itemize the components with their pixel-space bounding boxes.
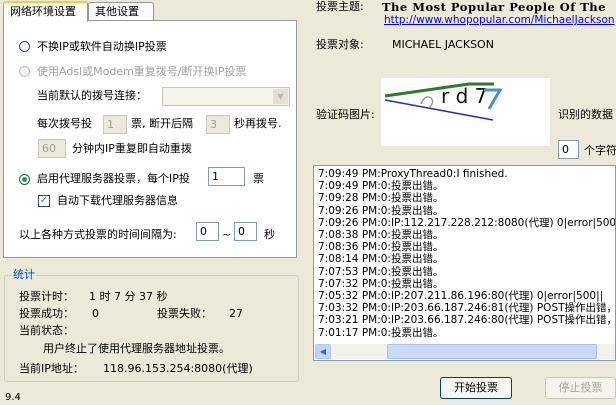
log-line: 7:07:53 PM:0:投票出错。 (318, 265, 444, 278)
ip-label: 当前IP地址： (19, 362, 84, 375)
votes-per-dial-input[interactable]: 1 (103, 115, 127, 134)
target-label: 投票对象: (316, 38, 364, 51)
redial-label: 秒再拨号. (234, 117, 282, 130)
log-line: 7:05:32 PM:0:IP:207.211.86.196:80(代理) 0|… (318, 290, 604, 302)
log-line: 7:08:14 PM:0:投票出错。 (318, 253, 444, 266)
interval-max-input[interactable]: 0 (234, 222, 257, 241)
log-line: 7:09:26 PM:0:IP:112.217.228.212:8080(代理)… (318, 216, 616, 229)
dial-connection-label: 当前默认的拨号连接： (37, 89, 147, 102)
captcha-label: 验证码图片: (316, 108, 375, 121)
repeat-redial-label: 分钟内IP重复即自动重拨 (72, 142, 192, 155)
horizontal-scrollbar[interactable]: ◀ (315, 344, 615, 359)
radio-no-change-ip[interactable] (19, 41, 30, 52)
redial-seconds-input[interactable]: 3 (206, 115, 230, 134)
radio-adsl[interactable] (19, 66, 30, 77)
log-line: 7:09:26 PM:0:投票出错。 (318, 204, 444, 217)
tab-other-settings[interactable]: 其他设置 (88, 2, 154, 20)
chars-label: 个字符 (584, 144, 616, 157)
timer-label: 投票计时： (19, 290, 74, 303)
fail-value: 27 (229, 307, 243, 320)
option-no-change-ip-label: 不换IP或软件自动换IP投票 (37, 40, 167, 53)
auto-download-checkbox[interactable]: ✓ (38, 195, 50, 207)
dial-connection-select[interactable]: ▼ (162, 87, 290, 106)
fail-label: 投票失败： (157, 307, 212, 320)
after-disconnect-label: 票, 断开后隔 (131, 117, 193, 130)
option-proxy-label: 启用代理服务器投票，每个IP投 (37, 172, 190, 185)
captcha-chars-input[interactable]: 0 (558, 140, 579, 159)
auto-download-label: 自动下载代理服务器信息 (57, 194, 178, 207)
interval-unit: 秒 (264, 228, 275, 241)
version-label: 9.4 (5, 392, 21, 403)
success-label: 投票成功： (19, 307, 74, 320)
log-line: 7:01:17 PM:0:投票出错。 (318, 326, 444, 339)
log-line: 7:08:36 PM:0:投票出错。 (318, 241, 444, 254)
scrollbar-thumb[interactable] (387, 344, 597, 359)
interval-min-input[interactable]: 0 (196, 222, 219, 241)
log-line: 7:09:28 PM:0:投票出错。 (318, 192, 444, 205)
log-line: 7:09:49 PM:0:投票出错。 (318, 180, 444, 193)
tab-network-settings[interactable]: 网络环境设置 (3, 1, 88, 22)
stop-vote-button[interactable]: 停止投票 (545, 377, 616, 399)
success-value: 0 (92, 307, 99, 320)
radio-proxy[interactable] (19, 174, 30, 185)
option-adsl-label: 使用Adsl或Modem重复拨号/断开换IP投票 (37, 65, 247, 78)
captcha-text: r d 7 (441, 84, 487, 108)
log-line: 7:03:21 PM:0:IP:203.66.187.246:80(代理) PO… (318, 314, 616, 327)
proxy-votes-input[interactable]: 1 (208, 167, 245, 186)
target-value: MICHAEL JACKSON (392, 38, 494, 51)
topic-label: 投票主题: (316, 0, 364, 13)
captcha-image: r d 7 (381, 78, 550, 146)
log-line: 7:09:49 PM:ProxyThread0:I finished. (318, 168, 508, 180)
interval-separator: ~ (222, 228, 232, 241)
log-list[interactable]: 7:09:49 PM:ProxyThread0:I finished. 7:09:… (313, 165, 616, 361)
status-value: 用户终止了使用代理服务器地址投票。 (43, 342, 230, 355)
log-line: 7:07:32 PM:0:投票出错。 (318, 277, 444, 290)
interval-label: 以上各种方式投票的时间间隔为: (19, 228, 177, 241)
every-dial-label: 每次拨号投 (37, 117, 92, 130)
topic-value: The Most Popular People Of The (382, 0, 606, 14)
log-line: 7:03:32 PM:0:IP:203.66.187.246:81(代理) PO… (318, 302, 616, 315)
proxy-votes-unit: 票 (253, 172, 264, 185)
recognized-label: 识别的数据 (558, 108, 613, 121)
ip-value: 118.96.153.254:8080(代理) (103, 362, 253, 375)
log-line: 7:08:38 PM:0:投票出错。 (318, 229, 444, 241)
start-vote-button[interactable]: 开始投票 (440, 377, 512, 399)
repeat-minutes-input[interactable]: 60 (38, 139, 66, 158)
topic-url-link[interactable]: http://www.whopopular.com/MichaelJackson (384, 13, 615, 27)
timer-value: 1 时 7 分 37 秒 (89, 290, 168, 303)
stats-title: 统计 (12, 268, 36, 282)
scroll-left-icon[interactable]: ◀ (315, 344, 331, 359)
chevron-down-icon: ▼ (273, 89, 288, 104)
radio-selected-dot (22, 177, 27, 182)
status-label: 当前状态： (19, 324, 74, 337)
